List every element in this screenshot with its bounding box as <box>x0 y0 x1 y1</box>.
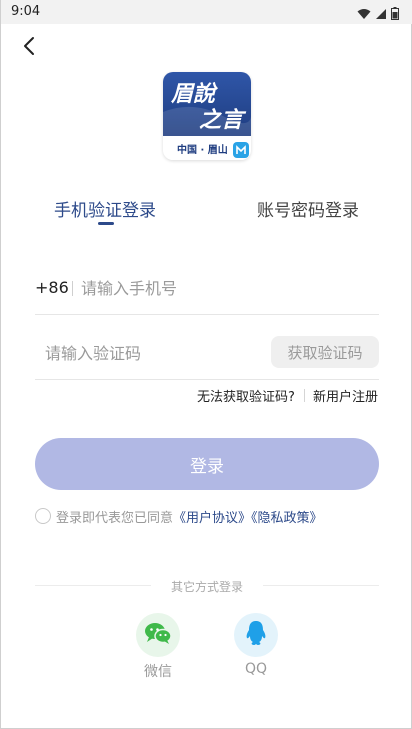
wechat-login-button[interactable] <box>136 613 180 657</box>
privacy-policy-link[interactable]: 《隐私政策》 <box>251 511 323 526</box>
register-link[interactable]: 新用户注册 <box>313 386 378 405</box>
agreement-checkbox[interactable] <box>35 508 51 524</box>
login-screen: 9:04 眉說 之言 中国 · 眉山 手机验证登录 账号密码登录 +86 请输入… <box>0 0 412 729</box>
qq-icon <box>245 620 267 650</box>
get-code-button[interactable]: 获取验证码 <box>271 336 379 368</box>
logo-badge-icon <box>233 142 249 158</box>
wifi-icon <box>357 5 371 24</box>
tab-active-indicator <box>98 222 114 225</box>
qq-login-button[interactable] <box>234 613 278 657</box>
country-code[interactable]: +86 <box>35 278 69 297</box>
tab-phone-login[interactable]: 手机验证登录 <box>54 196 156 221</box>
wechat-icon <box>144 621 172 649</box>
qq-login-label: QQ <box>244 661 268 677</box>
agreement-text: 登录即代表您已同意《用户协议》《隐私政策》 <box>56 507 323 526</box>
tab-password-login[interactable]: 账号密码登录 <box>257 196 359 221</box>
login-button[interactable]: 登录 <box>35 438 379 490</box>
status-bar: 9:04 <box>1 0 412 24</box>
verification-code-input[interactable] <box>45 341 255 365</box>
other-login-title: 其它方式登录 <box>171 580 244 594</box>
app-logo: 眉說 之言 中国 · 眉山 <box>163 72 251 160</box>
back-button[interactable] <box>15 34 43 62</box>
cannot-get-code-link[interactable]: 无法获取验证码? <box>197 386 295 405</box>
phone-underline <box>35 314 379 315</box>
status-time: 9:04 <box>11 4 41 19</box>
help-divider <box>304 389 305 402</box>
phone-input[interactable] <box>81 276 371 300</box>
agreement-prefix: 登录即代表您已同意 <box>56 511 174 526</box>
code-underline <box>35 379 379 380</box>
other-login-divider-left <box>35 585 151 586</box>
user-agreement-link[interactable]: 《用户协议》 <box>173 511 251 526</box>
chevron-left-icon <box>22 36 36 60</box>
logo-title-line2: 之言 <box>199 107 244 133</box>
signal-icon <box>375 5 387 24</box>
battery-icon <box>391 5 399 24</box>
wechat-login-label: 微信 <box>144 664 172 680</box>
logo-subtitle: 中国 · 眉山 <box>177 145 228 156</box>
status-icons <box>357 5 399 24</box>
country-code-divider <box>72 281 73 296</box>
other-login-divider-right <box>263 585 379 586</box>
